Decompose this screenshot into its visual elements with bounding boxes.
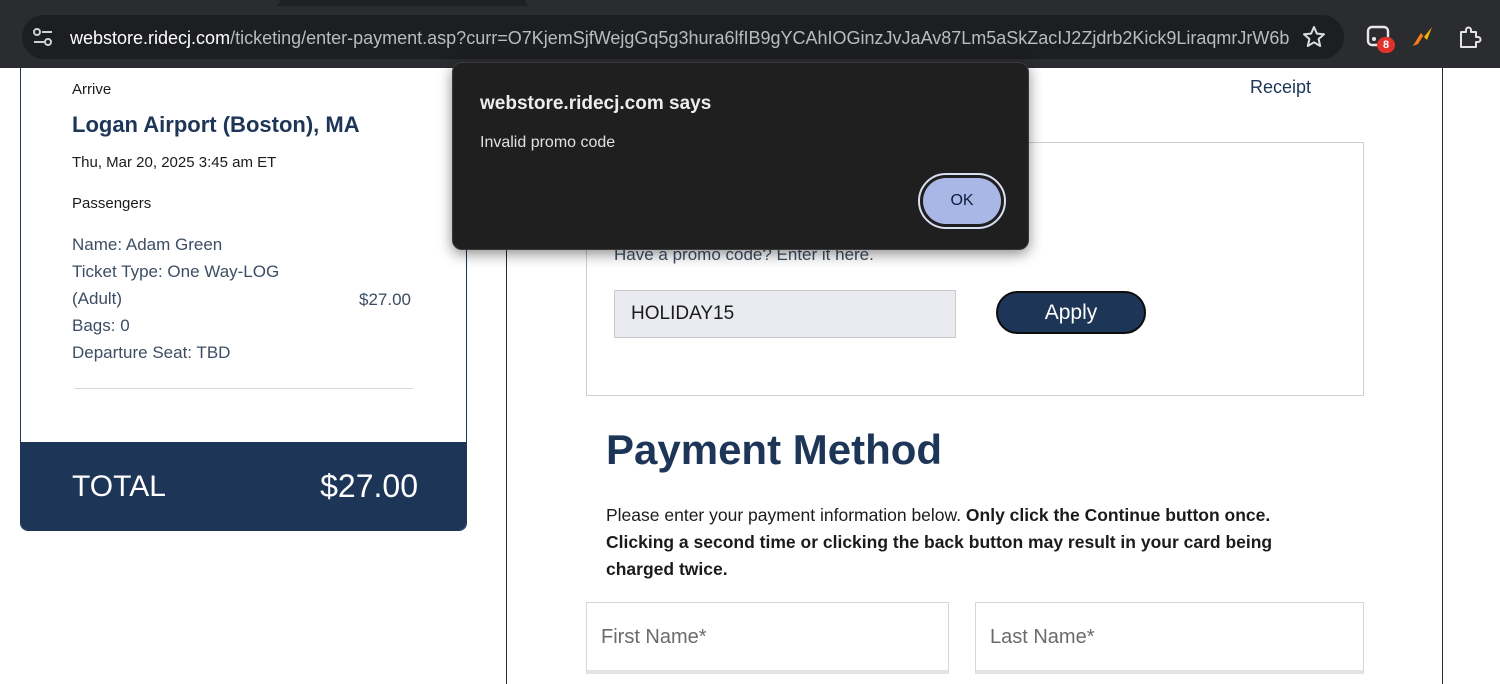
ok-button-label: OK	[923, 178, 1001, 224]
extension-badge: 8	[1377, 37, 1395, 53]
arrive-label: Arrive	[72, 81, 112, 98]
alert-message: Invalid promo code	[480, 134, 616, 151]
apply-button[interactable]: Apply	[996, 291, 1146, 334]
passenger-ticket-category: (Adult)	[72, 289, 123, 308]
url-path: /ticketing/enter-payment.asp?curr=O7Kjem…	[230, 28, 1290, 48]
arrive-datetime: Thu, Mar 20, 2025 3:45 am ET	[72, 154, 277, 171]
browser-toolbar: webstore.ridecj.com/ticketing/enter-paym…	[0, 0, 1500, 68]
url-host: webstore.ridecj.com	[70, 28, 231, 48]
last-name-field[interactable]: Last Name*	[975, 602, 1364, 674]
arrive-location: Logan Airport (Boston), MA	[72, 112, 360, 137]
trip-summary-card: Arrive Logan Airport (Boston), MA Thu, M…	[20, 68, 467, 531]
total-bar: TOTAL $27.00	[21, 442, 466, 530]
puzzle-icon[interactable]	[1457, 24, 1483, 50]
alert-dialog: webstore.ridecj.com says Invalid promo c…	[452, 62, 1029, 250]
divider	[74, 388, 413, 389]
passenger-name: Name: Adam Green	[72, 235, 223, 254]
passengers-label: Passengers	[72, 195, 152, 212]
alert-title: webstore.ridecj.com says	[480, 93, 712, 114]
payment-instructions: Please enter your payment information be…	[606, 502, 1326, 583]
promo-code-input[interactable]: HOLIDAY15	[614, 290, 956, 338]
bolt-icon[interactable]	[1410, 24, 1436, 50]
step-receipt[interactable]: Receipt	[1250, 77, 1311, 98]
total-label: TOTAL	[72, 470, 166, 503]
url-text[interactable]: webstore.ridecj.com/ticketing/enter-paym…	[70, 26, 1290, 50]
tab-strip-right	[525, 0, 1500, 6]
passenger-seat: Departure Seat: TBD	[72, 343, 231, 362]
passenger-ticket-type: Ticket Type: One Way-LOG	[72, 262, 280, 281]
payment-method-title: Payment Method	[606, 426, 943, 473]
tune-icon[interactable]	[32, 27, 54, 47]
total-value: $27.00	[320, 468, 418, 504]
tab-strip-left	[0, 0, 280, 6]
passenger-price: $27.00	[359, 290, 411, 309]
star-icon[interactable]	[1302, 25, 1326, 49]
ok-button[interactable]: OK	[918, 173, 1006, 229]
payment-instructions-plain: Please enter your payment information be…	[606, 505, 966, 525]
first-name-field[interactable]: First Name*	[586, 602, 949, 674]
passenger-bags: Bags: 0	[72, 316, 130, 335]
